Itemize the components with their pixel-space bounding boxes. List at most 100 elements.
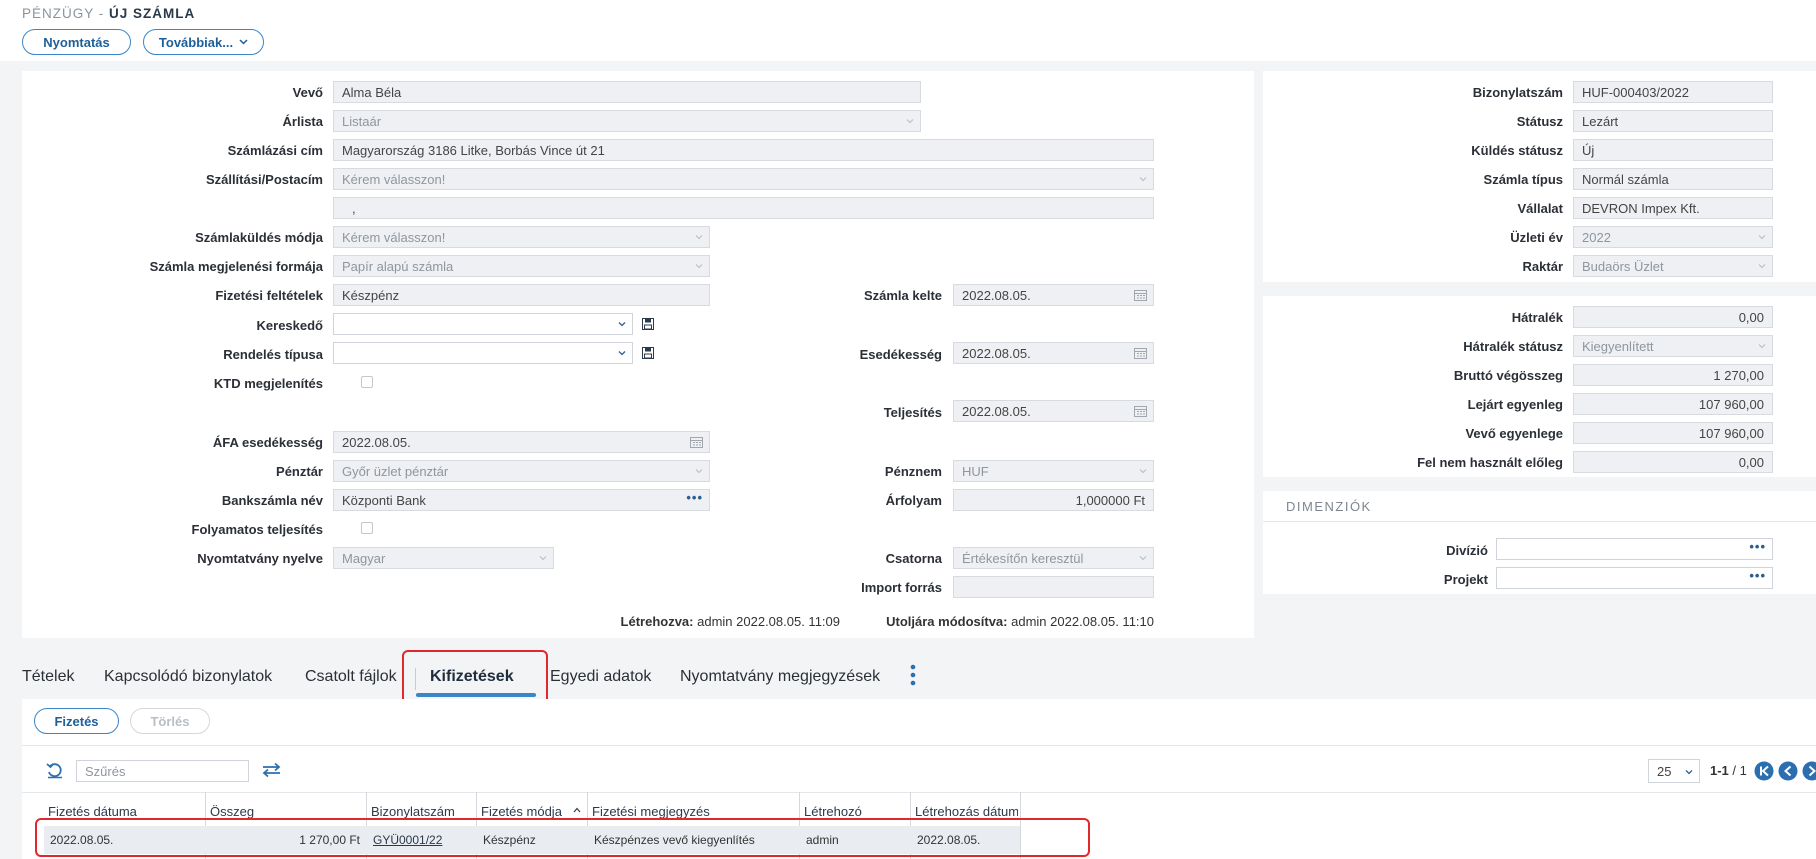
column-header-osszeg[interactable]: Összeg: [210, 804, 254, 819]
rendeles-tipusa-label: Rendelés típusa: [223, 347, 323, 362]
raktar-select[interactable]: Budaörs Üzlet: [1573, 255, 1773, 277]
nyomtatvany-nyelve-label: Nyomtatvány nyelve: [197, 551, 323, 566]
fizetesi-feltetelek-field[interactable]: Készpénz: [333, 284, 710, 306]
csatorna-select[interactable]: Értékesítőn keresztül: [953, 547, 1154, 569]
tab-kapcsolodo-bizonylatok[interactable]: Kapcsolódó bizonylatok: [104, 668, 272, 686]
next-page-icon[interactable]: [1802, 761, 1816, 781]
penztar-select[interactable]: Győr üzlet pénztár: [333, 460, 710, 482]
column-header-fizetes-modja[interactable]: Fizetés módja: [481, 804, 562, 819]
kereskedo-select[interactable]: [333, 313, 633, 335]
chevron-down-icon: [1758, 344, 1766, 349]
afa-esedekesseg-field[interactable]: 2022.08.05.: [333, 431, 710, 453]
print-button-label: Nyomtatás: [43, 34, 110, 50]
chevron-down-icon: [539, 556, 547, 561]
folyamatos-checkbox[interactable]: [361, 522, 373, 534]
first-page-icon[interactable]: [1754, 761, 1774, 781]
column-header-fizetes-datuma[interactable]: Fizetés dátuma: [48, 804, 137, 819]
column-header-letrehozas-datum[interactable]: Létrehozás dátum: [915, 804, 1018, 819]
refresh-icon[interactable]: [46, 762, 64, 779]
swap-icon[interactable]: [261, 762, 282, 778]
szamla-tipus-field[interactable]: Normál számla: [1573, 168, 1773, 190]
szamlazasi-cim-field[interactable]: Magyarország 3186 Litke, Borbás Vince út…: [333, 139, 1154, 161]
szallitasi-select[interactable]: Kérem válasszon!: [333, 168, 1154, 190]
chevron-down-icon: [695, 264, 703, 269]
lookup-dots-icon[interactable]: •••: [1749, 568, 1766, 583]
esedekesseg-field[interactable]: 2022.08.05.: [953, 342, 1154, 364]
divider: [1263, 521, 1816, 522]
hatralek-statusz-select[interactable]: Kiegyenlített: [1573, 335, 1773, 357]
import-forras-field[interactable]: [953, 576, 1154, 598]
pager-info: 1-1 / 1: [1710, 763, 1747, 778]
nyomtatvany-nyelve-select[interactable]: Magyar: [333, 547, 554, 569]
tab-egyedi-adatok[interactable]: Egyedi adatok: [550, 668, 651, 686]
kereskedo-label: Kereskedő: [256, 318, 323, 333]
divizio-field[interactable]: •••: [1496, 538, 1773, 560]
created-value: admin 2022.08.05. 11:09: [697, 614, 840, 629]
bizonylatszam-field[interactable]: HUF-000403/2022: [1573, 81, 1773, 103]
kuldes-statusz-field[interactable]: Új: [1573, 139, 1773, 161]
szallitasi-label: Szállítási/Postacím: [205, 172, 323, 187]
brutto-label: Bruttó végösszeg: [1453, 368, 1563, 383]
arfolyam-field[interactable]: 1,000000 Ft: [953, 489, 1154, 511]
filter-input[interactable]: Szűrés: [76, 760, 249, 782]
tab-tetelek[interactable]: Tételek: [22, 668, 74, 686]
breadcrumb: PÉNZÜGY - ÚJ SZÁMLA: [22, 6, 195, 21]
delete-button[interactable]: Törlés: [130, 708, 210, 734]
vevo-egyenlege-field[interactable]: 107 960,00: [1573, 422, 1773, 444]
brutto-field[interactable]: 1 270,00: [1573, 364, 1773, 386]
arlista-label: Árlista: [282, 114, 323, 129]
chevron-down-icon: [906, 119, 914, 124]
megjelenesi-forma-select[interactable]: Papír alapú számla: [333, 255, 710, 277]
vallalat-field[interactable]: DEVRON Impex Kft.: [1573, 197, 1773, 219]
folyamatos-label: Folyamatos teljesítés: [191, 522, 324, 537]
save-icon[interactable]: [642, 318, 654, 330]
breadcrumb-section[interactable]: PÉNZÜGY -: [22, 6, 104, 21]
calendar-icon[interactable]: [690, 436, 703, 448]
vevo-field[interactable]: Alma Béla: [333, 81, 921, 103]
column-header-fizetesi-megjegyzes[interactable]: Fizetési megjegyzés: [592, 804, 710, 819]
tab-nyomtatvany-megjegyzesek[interactable]: Nyomtatvány megjegyzések: [680, 668, 880, 686]
chevron-down-icon: [618, 351, 626, 356]
page-size-select[interactable]: 25: [1648, 759, 1700, 783]
ktd-checkbox[interactable]: [361, 376, 373, 388]
rendeles-tipusa-select[interactable]: [333, 342, 633, 364]
lookup-dots-icon[interactable]: •••: [686, 490, 703, 505]
penznem-select[interactable]: HUF: [953, 460, 1154, 482]
lookup-dots-icon[interactable]: •••: [1749, 539, 1766, 554]
more-tabs-icon[interactable]: [910, 664, 916, 686]
lejart-field[interactable]: 107 960,00: [1573, 393, 1773, 415]
save-icon[interactable]: [642, 347, 654, 359]
print-button[interactable]: Nyomtatás: [22, 29, 131, 55]
column-header-bizonylatszam[interactable]: Bizonylatszám: [371, 804, 455, 819]
divizio-label: Divízió: [1446, 543, 1488, 558]
calendar-icon[interactable]: [1134, 405, 1147, 417]
kuldes-modja-select[interactable]: Kérem válasszon!: [333, 226, 710, 248]
szamla-kelte-field[interactable]: 2022.08.05.: [953, 284, 1154, 306]
hatralek-field[interactable]: 0,00: [1573, 306, 1773, 328]
more-button[interactable]: Továbbiak...: [143, 29, 264, 55]
calendar-icon[interactable]: [1134, 347, 1147, 359]
chevron-down-icon: [239, 39, 248, 45]
szamla-tipus-label: Számla típus: [1483, 172, 1563, 187]
eloleg-label: Fel nem használt előleg: [1417, 455, 1563, 470]
sort-ascending-icon[interactable]: [573, 807, 581, 813]
prev-page-icon[interactable]: [1778, 761, 1798, 781]
chevron-down-icon: [695, 235, 703, 240]
tab-csatolt-fajlok[interactable]: Csatolt fájlok: [305, 668, 397, 686]
szallitasi-address-field[interactable]: ,: [333, 197, 1154, 219]
teljesites-field[interactable]: 2022.08.05.: [953, 400, 1154, 422]
modified-info: Utoljára módosítva: admin 2022.08.05. 11…: [860, 614, 1154, 629]
column-header-letrehozo[interactable]: Létrehozó: [804, 804, 862, 819]
pay-button-label: Fizetés: [54, 713, 99, 729]
eloleg-field[interactable]: 0,00: [1573, 451, 1773, 473]
chevron-down-icon: [1758, 235, 1766, 240]
calendar-icon[interactable]: [1134, 289, 1147, 301]
projekt-field[interactable]: •••: [1496, 567, 1773, 589]
arlista-select[interactable]: Listaár: [333, 110, 921, 132]
bizonylatszam-label: Bizonylatszám: [1472, 85, 1563, 100]
uzleti-ev-select[interactable]: 2022: [1573, 226, 1773, 248]
szamlazasi-cim-label: Számlázási cím: [227, 143, 323, 158]
bankszamla-field[interactable]: Központi Bank •••: [333, 489, 710, 511]
statusz-field[interactable]: Lezárt: [1573, 110, 1773, 132]
pay-button[interactable]: Fizetés: [34, 708, 119, 734]
